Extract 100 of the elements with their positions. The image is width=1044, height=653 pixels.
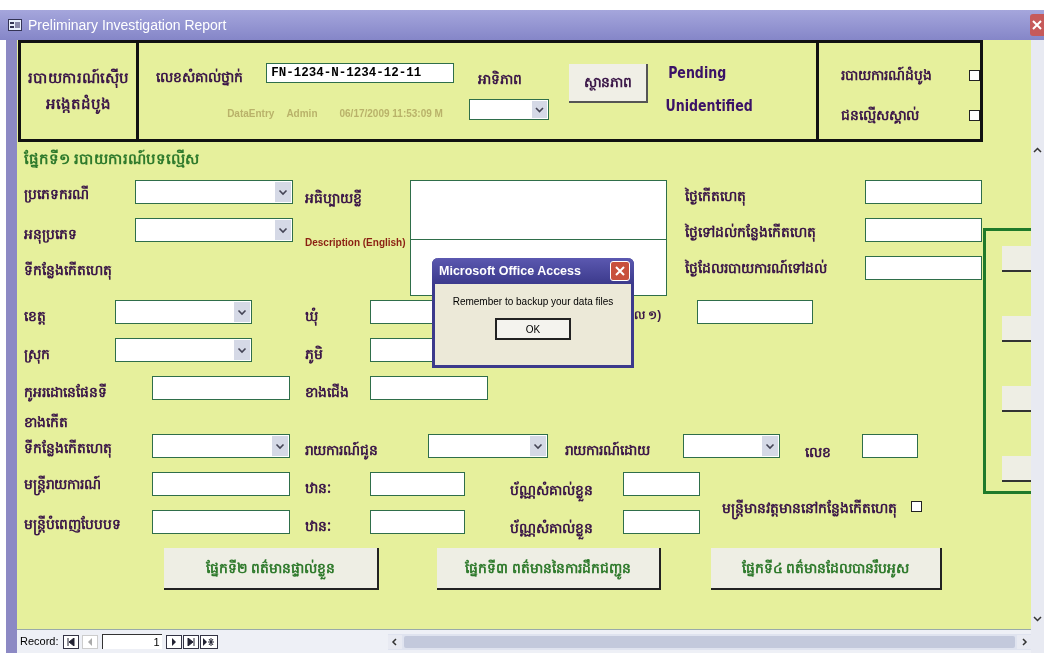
record-label: Record: [20, 634, 59, 650]
dropdown-field[interactable] [115, 338, 252, 362]
priority-dropdown[interactable] [469, 99, 550, 120]
close-button[interactable] [610, 261, 630, 281]
dropdown-field[interactable] [152, 434, 290, 458]
chevron-down-icon [234, 302, 250, 322]
panel-button[interactable] [1002, 246, 1031, 272]
field-label: លេខសំគាល់ថ្នាក់ [156, 67, 245, 88]
field-label: ឋានៈ [305, 517, 332, 536]
field-label: ថ្ងៃដែលរបាយការណ៍ទៅដល់ [685, 258, 828, 279]
ok-button[interactable]: OK [495, 318, 571, 340]
next-record-button[interactable] [165, 634, 182, 649]
file-number-field[interactable]: FN-1234-N-1234-12-11 [266, 63, 455, 83]
dropdown-field[interactable] [683, 434, 780, 458]
field-label: ខេត្ត [24, 307, 47, 327]
field-label: អាទិភាព [478, 69, 524, 89]
text-field[interactable] [152, 376, 290, 400]
chevron-down-icon [272, 436, 288, 456]
description-text-area[interactable] [410, 180, 667, 240]
checkbox[interactable] [911, 501, 922, 512]
app-icon [8, 19, 22, 31]
text-field[interactable] [697, 300, 813, 324]
status-text: Pending [668, 63, 727, 84]
field-label: រាយការណ៍ដោយ [565, 440, 651, 460]
entry-role-text: DataEntry [227, 107, 275, 121]
identity-text: Unidentified [665, 96, 753, 117]
field-label: អធិប្បាយខ្លី [305, 188, 363, 209]
field-label: Description (English) [305, 236, 407, 250]
text-field[interactable] [370, 376, 488, 400]
close-icon [615, 266, 625, 276]
field-label: មន្ត្រីរាយការណ៍ [24, 474, 152, 495]
field-label: ភូមិ [305, 344, 324, 365]
field-label: កូអរដោនេផែនទី [24, 382, 108, 403]
field-label: ឋានៈ [305, 479, 332, 498]
field-label: អនុប្រភេទ [24, 225, 78, 245]
dropdown-field[interactable] [135, 180, 293, 204]
checkbox-label: មន្ត្រីមានវត្តមាននៅកន្លែងកើតហេតុ [722, 498, 897, 519]
text-field[interactable] [865, 218, 982, 242]
panel-button[interactable] [1002, 316, 1031, 342]
field-label: មន្ត្រីបំពេញបែបបទ [24, 514, 152, 535]
field-label: ប្រភេទករណី [24, 184, 90, 205]
text-field[interactable] [370, 510, 465, 534]
scroll-left-icon [387, 634, 402, 649]
window-title: Preliminary Investigation Report [28, 15, 227, 35]
last-record-button[interactable] [182, 634, 199, 649]
timestamp-text: 06/17/2009 11:53:09 M [339, 107, 444, 121]
status-button[interactable]: ស្ថានភាព [569, 64, 649, 103]
panel-button[interactable] [1002, 386, 1031, 412]
first-icon [66, 637, 75, 646]
first-record-button[interactable] [62, 634, 79, 649]
new-record-button[interactable] [199, 634, 218, 649]
section-button[interactable]: ផ្នែកទី២ ពត៌មានផ្ទាល់ខ្លួន [164, 548, 379, 590]
section-title: ផ្នែកទី១ របាយការណ៍បទល្មើស [24, 148, 201, 170]
checkbox[interactable] [969, 70, 980, 81]
checkbox-label: ជនល្មើសស្គាល់ [841, 105, 920, 126]
dropdown-field[interactable] [135, 218, 293, 242]
form-title: របាយការណ៍ស៊ើប [28, 67, 130, 90]
field-label: ថ្ងៃកើតហេតុ [685, 186, 747, 207]
group-heading: ទីកន្លែងកើតហេតុ [24, 260, 113, 281]
field-label: ថ្ងៃទៅដល់កន្លែងកើតហេតុ [685, 222, 817, 243]
field-label: ស្រុក [24, 345, 51, 365]
next-icon [170, 637, 177, 646]
field-label: រាយការណ៍ជូន [305, 440, 379, 461]
chevron-down-icon [530, 436, 546, 456]
text-field[interactable] [862, 434, 918, 458]
text-field[interactable] [623, 472, 700, 496]
last-icon [186, 637, 195, 646]
user-text: Admin [286, 107, 318, 121]
close-button[interactable] [1030, 14, 1044, 36]
previous-icon [86, 637, 93, 646]
text-field[interactable] [623, 510, 700, 534]
section-button[interactable]: ផ្នែកទី៤ ពត៌មានដែលបានរឹបអូស [711, 548, 942, 590]
checkbox-label: របាយការណ៍ដំបូង [841, 65, 933, 86]
section-button[interactable]: ផ្នែកទី៣ ពត៌មាននៃការដឹកជញ្ជូន [437, 548, 661, 590]
text-field[interactable] [370, 472, 465, 496]
text-field[interactable] [865, 256, 982, 280]
form-title: អង្កេតដំបូង [46, 93, 112, 116]
dropdown-field[interactable] [115, 300, 252, 324]
field-label: ឃុំ [305, 306, 319, 327]
field-label: ខាងជើង [305, 382, 350, 402]
text-field[interactable] [152, 510, 290, 534]
chevron-down-icon [762, 436, 778, 456]
field-label: ប័ណ្ណសំគាល់ខ្លួន [510, 480, 623, 501]
record-number-field[interactable]: 1 [101, 634, 162, 649]
panel-button[interactable] [1002, 456, 1031, 482]
field-label: ប័ណ្ណសំគាល់ខ្លួន [510, 518, 623, 539]
dialog-title: Microsoft Office Access [439, 262, 581, 280]
chevron-down-icon [234, 340, 250, 360]
field-label: ទីកន្លែងកើតហេតុ [24, 438, 113, 459]
dialog-message: Remember to backup your data files [451, 295, 615, 309]
chevron-down-icon [275, 220, 291, 240]
new-record-icon [202, 637, 215, 646]
field-label: ខាងកើត [24, 412, 69, 432]
chevron-down-icon [275, 182, 291, 202]
close-icon [1032, 20, 1042, 30]
field-label: ល ១) [634, 307, 663, 324]
checkbox[interactable] [969, 110, 980, 121]
dropdown-field[interactable] [428, 434, 548, 458]
text-field[interactable] [152, 472, 290, 496]
text-field[interactable] [865, 180, 982, 204]
